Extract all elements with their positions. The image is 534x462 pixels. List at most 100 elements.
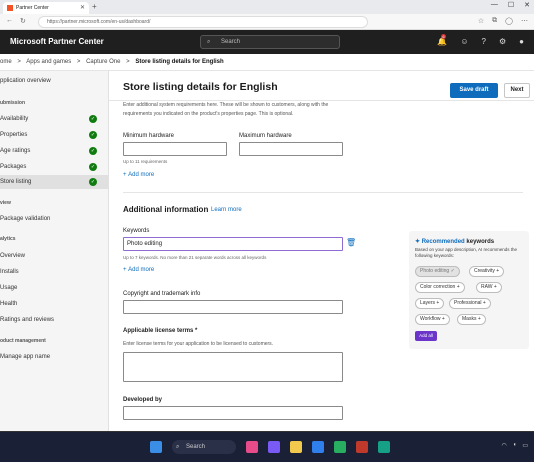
- taskbar-icons: ⌕ Search: [150, 440, 390, 454]
- battery-icon[interactable]: ▭: [522, 442, 528, 449]
- keyword-chip-professional[interactable]: Professional +: [449, 298, 491, 309]
- settings-icon[interactable]: ⚙: [499, 37, 506, 46]
- add-more-requirements-link[interactable]: + Add more: [123, 172, 154, 178]
- more-icon[interactable]: ⋯: [521, 17, 528, 25]
- checkmark-icon: ✓: [89, 131, 97, 139]
- app-icon[interactable]: [378, 441, 390, 453]
- keyword-chip-photo-editing[interactable]: Photo editing ✓: [415, 266, 460, 277]
- maximize-icon[interactable]: ☐: [508, 1, 514, 9]
- store-icon[interactable]: [334, 441, 346, 453]
- keyword-chip-masks[interactable]: Masks +: [457, 314, 486, 325]
- header-icons: 🔔 6 ☺ ? ⚙ ●: [437, 34, 524, 46]
- sidebar-item-app-overview[interactable]: pplication overview: [0, 74, 109, 88]
- minimum-hardware-field[interactable]: [123, 142, 227, 156]
- windows-start-icon[interactable]: [150, 441, 162, 453]
- search-icon: ⌕: [207, 39, 211, 45]
- sidebar-heading-submission: ubmission: [0, 100, 26, 106]
- copyright-field[interactable]: [123, 300, 343, 314]
- notifications-icon[interactable]: 🔔 6: [437, 34, 447, 46]
- learn-more-link[interactable]: Learn more: [211, 207, 242, 213]
- refresh-icon[interactable]: ↻: [20, 17, 26, 25]
- add-icon: +: [456, 284, 460, 290]
- minimize-icon[interactable]: —: [491, 1, 498, 9]
- sidebar-item-manage-app-name[interactable]: Manage app name: [0, 350, 109, 364]
- sidebar-item-label: Availability: [0, 116, 29, 122]
- sidebar-item-package-validation[interactable]: Package validation: [0, 212, 109, 226]
- license-terms-field[interactable]: [123, 352, 343, 382]
- chip-label: Layers: [420, 300, 436, 306]
- checkmark-icon: ✓: [89, 115, 97, 123]
- next-button[interactable]: Next: [504, 83, 530, 98]
- help-icon[interactable]: ?: [482, 37, 486, 46]
- add-more-label: Add more: [128, 172, 155, 178]
- chip-label: RAW: [481, 284, 493, 290]
- taskbar: ⌕ Search ◠ ◖ ▭: [0, 431, 534, 462]
- breadcrumb-product[interactable]: Capture One: [86, 59, 120, 65]
- taskbar-search[interactable]: ⌕ Search: [172, 440, 236, 454]
- sidebar-item-packages[interactable]: Packages ✓: [0, 160, 109, 174]
- chip-label: Photo editing: [420, 268, 450, 274]
- breadcrumb-sep-2: >: [76, 59, 81, 65]
- account-icon[interactable]: ●: [519, 37, 524, 46]
- add-all-button[interactable]: Add all: [415, 331, 437, 341]
- search-icon: ⌕: [176, 444, 180, 450]
- wifi-icon[interactable]: ◠: [501, 442, 506, 449]
- keywords-field[interactable]: Photo editing: [123, 237, 343, 251]
- keyword-chip-color-correction[interactable]: Color correction +: [415, 282, 465, 293]
- keywords-hint: Up to 7 keywords. No more than 21 separa…: [123, 255, 267, 260]
- page-header: Store listing details for English Save d…: [109, 71, 534, 101]
- address-bar: ← ↻ https://partner.microsoft.com/en-us/…: [0, 14, 534, 30]
- volume-icon[interactable]: ◖: [513, 442, 517, 449]
- sidebar-item-usage[interactable]: Usage: [0, 281, 109, 295]
- keyword-chip-workflow[interactable]: Workflow +: [415, 314, 450, 325]
- sidebar-item-age-ratings[interactable]: Age ratings ✓: [0, 144, 109, 158]
- add-icon: +: [441, 316, 445, 322]
- breadcrumb-apps[interactable]: Apps and games: [26, 59, 71, 65]
- sidebar-item-ratings[interactable]: Ratings and reviews: [0, 313, 109, 327]
- sidebar-item-properties[interactable]: Properties ✓: [0, 128, 109, 142]
- nav-buttons: ← ↻: [6, 17, 26, 25]
- developed-by-field[interactable]: [123, 406, 343, 420]
- browser-tab[interactable]: Partner Center ✕: [3, 2, 89, 14]
- browser-tabstrip: Partner Center ✕ + — ☐ ✕: [0, 0, 534, 14]
- close-tab-icon[interactable]: ✕: [80, 4, 85, 11]
- sidebar-item-store-listing[interactable]: Store listing ✓: [0, 175, 109, 189]
- taskbar-search-label: Search: [186, 444, 206, 450]
- app-icon[interactable]: [356, 441, 368, 453]
- widget-icon[interactable]: [246, 441, 258, 453]
- search-placeholder: Search: [221, 39, 241, 45]
- keywords-word: keywords: [466, 239, 495, 245]
- sidebar-item-label: Properties: [0, 132, 28, 138]
- notification-badge: 6: [441, 34, 446, 39]
- file-explorer-icon[interactable]: [290, 441, 302, 453]
- save-draft-button[interactable]: Save draft: [450, 83, 498, 98]
- add-icon: +: [493, 284, 497, 290]
- edge-icon[interactable]: [312, 441, 324, 453]
- license-terms-hint: Enter license terms for your application…: [123, 341, 274, 347]
- new-tab-icon[interactable]: +: [92, 2, 97, 11]
- license-terms-text: Applicable license terms: [123, 328, 194, 334]
- brand-title[interactable]: Microsoft Partner Center: [10, 37, 104, 46]
- maximum-hardware-field[interactable]: [239, 142, 343, 156]
- favorite-icon[interactable]: ☆: [478, 17, 484, 25]
- url-field[interactable]: https://partner.microsoft.com/en-us/dash…: [38, 16, 368, 28]
- back-icon[interactable]: ←: [6, 17, 13, 25]
- required-marker: *: [195, 328, 198, 334]
- keyword-chip-creativity[interactable]: Creativity +: [469, 266, 505, 277]
- profile-icon[interactable]: ◯: [505, 17, 513, 25]
- sidebar-item-availability[interactable]: Availability ✓: [0, 112, 109, 126]
- sidebar-item-label: Packages: [0, 164, 27, 170]
- close-window-icon[interactable]: ✕: [524, 1, 530, 9]
- add-more-keywords-link[interactable]: + Add more: [123, 267, 154, 273]
- breadcrumb-home[interactable]: ome: [0, 59, 12, 65]
- feedback-icon[interactable]: ☺: [460, 37, 468, 46]
- sidebar-item-overview[interactable]: Overview: [0, 249, 109, 263]
- sidebar-item-health[interactable]: Health: [0, 297, 109, 311]
- keyword-chip-raw[interactable]: RAW +: [476, 282, 502, 293]
- task-view-icon[interactable]: [268, 441, 280, 453]
- keyword-chip-layers[interactable]: Layers +: [415, 298, 445, 309]
- delete-keyword-icon[interactable]: 🗑: [346, 238, 356, 247]
- search-input[interactable]: ⌕ Search: [200, 35, 340, 49]
- sidebar-item-installs[interactable]: Installs: [0, 265, 109, 279]
- collections-icon[interactable]: ⧉: [492, 17, 497, 25]
